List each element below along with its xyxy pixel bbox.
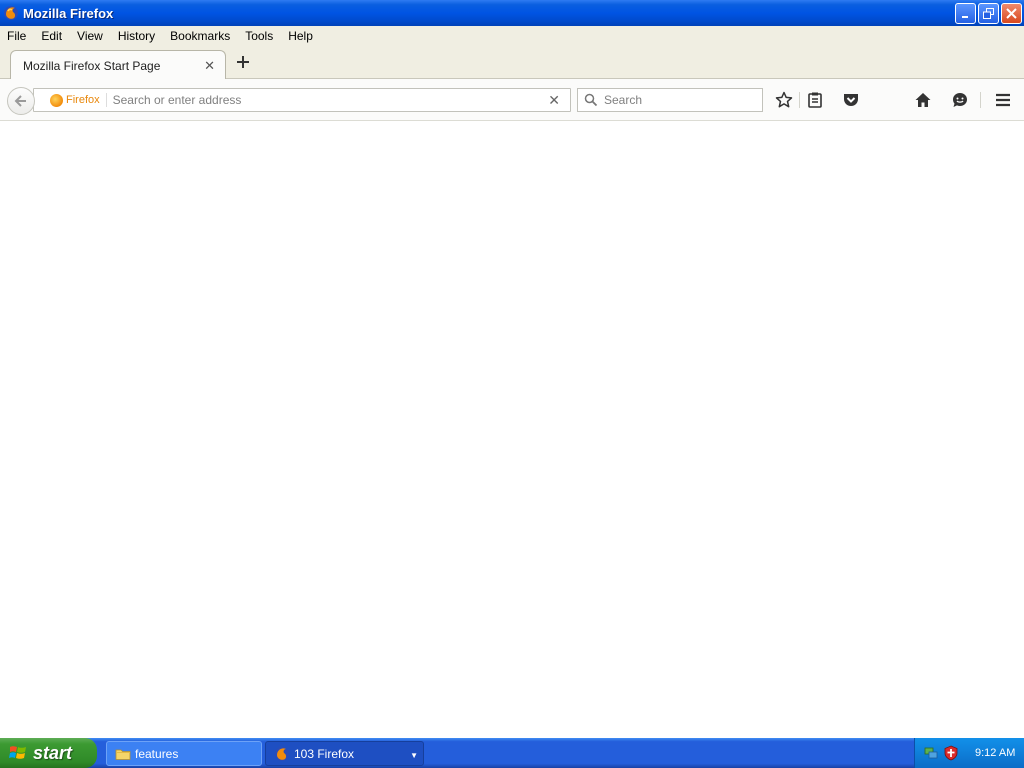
search-icon: [584, 93, 598, 107]
navigation-toolbar: Firefox ✕: [0, 79, 1024, 121]
system-tray: 9:12 AM: [914, 738, 1024, 768]
home-button[interactable]: [912, 89, 934, 111]
url-bar[interactable]: Firefox ✕: [33, 88, 571, 112]
menu-tools[interactable]: Tools: [238, 29, 281, 43]
tab-close-icon[interactable]: ✕: [204, 58, 215, 74]
search-input[interactable]: [602, 92, 752, 108]
toolbar-separator: [980, 92, 981, 108]
menu-history[interactable]: History: [111, 29, 163, 43]
restore-button[interactable]: [978, 3, 999, 24]
page-content[interactable]: [0, 122, 1024, 738]
network-icon[interactable]: [923, 745, 939, 761]
hamburger-menu-icon: [996, 93, 1010, 107]
taskbar: start features 103 Firefox ▼ 9:12 AM: [0, 738, 1024, 768]
minimize-icon: [961, 15, 968, 18]
new-tab-button[interactable]: [234, 55, 252, 73]
bookmarks-menu-button[interactable]: [804, 89, 826, 111]
menu-file[interactable]: File: [0, 29, 34, 43]
back-button[interactable]: [7, 87, 35, 115]
address-input[interactable]: [110, 92, 541, 108]
menu-edit[interactable]: Edit: [34, 29, 70, 43]
chevron-down-icon: ▼: [410, 751, 418, 760]
firefox-identity-icon: [50, 93, 63, 107]
firefox-icon: [274, 746, 290, 762]
open-menu-button[interactable]: [992, 89, 1014, 111]
security-shield-icon[interactable]: [943, 745, 959, 761]
menu-help[interactable]: Help: [281, 29, 321, 43]
window-titlebar: Mozilla Firefox: [0, 0, 1024, 26]
start-button[interactable]: start: [0, 738, 97, 768]
folder-icon: [115, 746, 131, 762]
clock: 9:12 AM: [975, 747, 1016, 759]
identity-divider: [105, 93, 107, 107]
menu-view[interactable]: View: [70, 29, 111, 43]
identity-label: Firefox: [66, 94, 100, 106]
restore-icon: [983, 8, 994, 19]
minimize-button[interactable]: [955, 3, 976, 24]
back-arrow-icon: [14, 95, 26, 107]
taskbar-item-features[interactable]: features: [106, 741, 262, 766]
hello-button[interactable]: [949, 89, 971, 111]
firefox-icon: [3, 5, 19, 21]
close-icon: [1006, 8, 1017, 19]
tab-label: Mozilla Firefox Start Page: [23, 58, 161, 73]
toolbar-separator: [799, 92, 800, 108]
menu-bar: File Edit View History Bookmarks Tools H…: [0, 26, 1024, 46]
windows-logo-icon: [9, 744, 27, 762]
taskbar-item-label: features: [135, 746, 179, 761]
close-window-button[interactable]: [1001, 3, 1022, 24]
pocket-button[interactable]: [840, 89, 862, 111]
menu-bookmarks[interactable]: Bookmarks: [163, 29, 238, 43]
home-icon: [915, 93, 931, 107]
chat-smiley-icon: [953, 93, 967, 107]
taskbar-item-firefox[interactable]: 103 Firefox ▼: [265, 741, 424, 766]
pocket-icon: [844, 94, 858, 106]
tab-strip: Mozilla Firefox Start Page ✕: [0, 46, 1024, 80]
bookmarks-list-icon: [808, 92, 822, 108]
clear-address-icon[interactable]: ✕: [548, 92, 560, 109]
bookmark-star-button[interactable]: [773, 89, 795, 111]
start-label: start: [33, 742, 73, 763]
tab-start-page[interactable]: Mozilla Firefox Start Page ✕: [10, 50, 226, 80]
plus-icon: [237, 56, 249, 68]
window-title: Mozilla Firefox: [23, 5, 114, 21]
star-icon: [775, 91, 793, 108]
taskbar-item-label: 103 Firefox: [294, 746, 355, 761]
search-bar[interactable]: [577, 88, 763, 112]
